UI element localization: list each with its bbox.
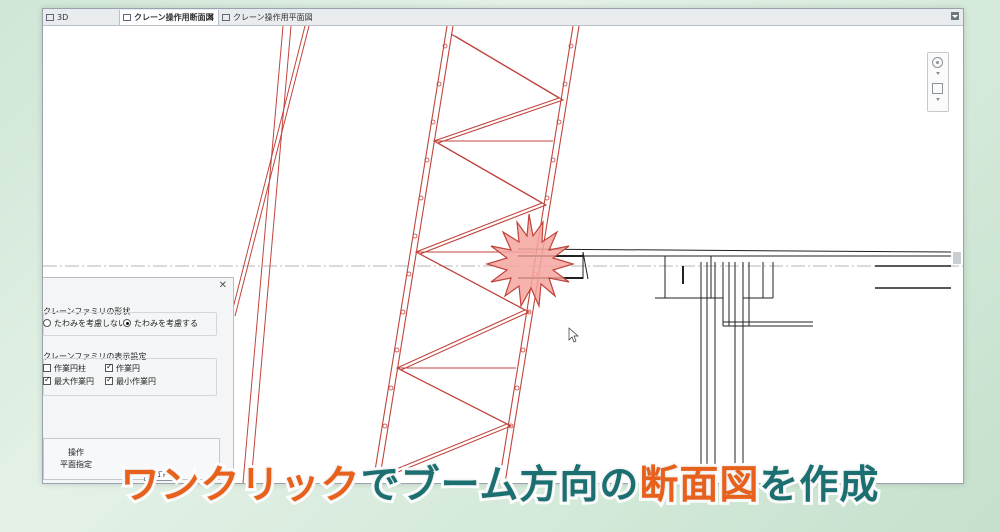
tab-label: クレーン操作用断面図 xyxy=(134,13,214,22)
navigation-bar[interactable] xyxy=(927,52,949,112)
checkbox-max-work-circle[interactable] xyxy=(43,375,51,385)
revit-view-window: 3D クレーン操作用断面図 ✕ クレーン操作用平面図 ✕ クレーンファミリの形状… xyxy=(42,8,964,484)
crane-cables xyxy=(230,25,310,483)
tab-dropdown-icon[interactable] xyxy=(951,12,959,20)
steering-wheel-icon[interactable] xyxy=(932,57,943,68)
plan-view-icon xyxy=(222,14,230,21)
checkbox-label: 作業円 xyxy=(116,364,140,373)
caption-part: でブーム方向の xyxy=(358,460,642,511)
caption-part: ワンクリック xyxy=(118,460,363,511)
section-view-icon xyxy=(123,14,131,21)
caption-part: 断面図 xyxy=(636,460,761,511)
zoom-icon[interactable] xyxy=(932,83,943,94)
radio-with-deflection[interactable] xyxy=(123,319,131,327)
tab-3d[interactable]: 3D xyxy=(43,10,119,25)
video-caption: ワンクリックでブーム方向の断面図を作成 xyxy=(0,446,1000,526)
radio-no-deflection[interactable] xyxy=(43,319,51,327)
checkbox-label: 最小作業円 xyxy=(116,377,156,386)
chevron-down-icon[interactable] xyxy=(936,72,940,75)
cube-icon xyxy=(46,14,54,21)
radio-label: たわみを考慮する xyxy=(134,319,198,328)
vertical-scrollbar[interactable] xyxy=(953,252,961,264)
mouse-cursor xyxy=(568,327,579,343)
caption-part: を作成 xyxy=(756,460,881,511)
chevron-down-icon[interactable] xyxy=(936,98,940,101)
checkbox-label: 作業円柱 xyxy=(54,364,86,373)
view-tab-bar: 3D クレーン操作用断面図 ✕ クレーン操作用平面図 xyxy=(43,9,963,26)
close-icon[interactable]: ✕ xyxy=(207,10,215,25)
checkbox-work-cylinder[interactable] xyxy=(43,364,51,372)
tab-label: 3D xyxy=(57,13,69,22)
radio-label: たわみを考慮しない xyxy=(54,319,126,328)
tab-crane-plan[interactable]: クレーン操作用平面図 xyxy=(219,10,329,25)
checkbox-label: 最大作業円 xyxy=(54,377,94,386)
tab-crane-section[interactable]: クレーン操作用断面図 ✕ xyxy=(119,10,219,25)
checkbox-work-circle[interactable] xyxy=(105,362,113,372)
checkbox-min-work-circle[interactable] xyxy=(105,375,113,385)
tab-label: クレーン操作用平面図 xyxy=(233,13,313,22)
close-icon[interactable]: ✕ xyxy=(219,280,227,291)
